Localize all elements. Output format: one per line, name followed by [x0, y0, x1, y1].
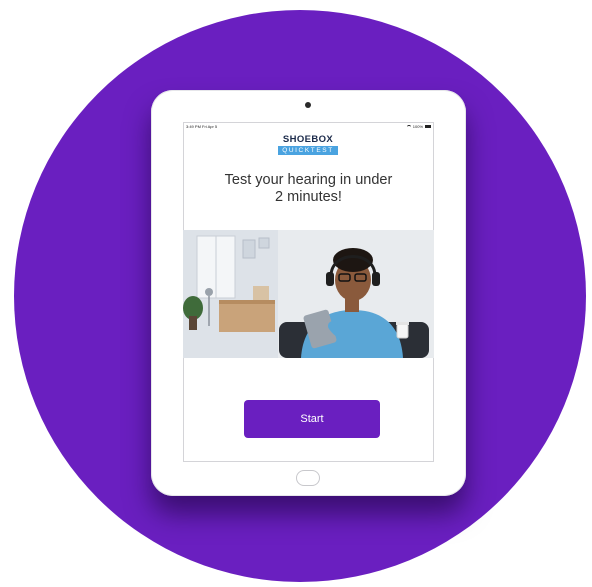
battery-icon — [425, 125, 431, 128]
status-time: 3:49 PM Fri Apr 5 — [186, 124, 218, 129]
hero-photo — [183, 230, 434, 358]
status-indicators: 100% — [406, 124, 431, 129]
camera-dot — [305, 102, 311, 108]
home-button[interactable] — [296, 470, 320, 486]
wifi-icon — [406, 124, 411, 129]
battery-percent: 100% — [412, 124, 423, 129]
headline-line-2: 2 minutes! — [275, 189, 342, 205]
headline-line-1: Test your hearing in under — [224, 172, 393, 188]
hero-illustration — [183, 230, 434, 358]
app-screen: 3:49 PM Fri Apr 5 100% SHOEBOX QUICKTEST… — [183, 122, 434, 462]
logo-wordmark: SHOEBOX — [282, 134, 334, 145]
shoebox-logo: SHOEBOX QUICKTEST — [278, 134, 338, 158]
tablet-device: 3:49 PM Fri Apr 5 100% SHOEBOX QUICKTEST… — [151, 90, 466, 496]
page-title: Test your hearing in under 2 minutes! — [203, 172, 414, 206]
logo-subtitle: QUICKTEST — [278, 146, 338, 155]
status-bar: 3:49 PM Fri Apr 5 100% — [183, 122, 434, 130]
start-button[interactable]: Start — [244, 400, 380, 438]
